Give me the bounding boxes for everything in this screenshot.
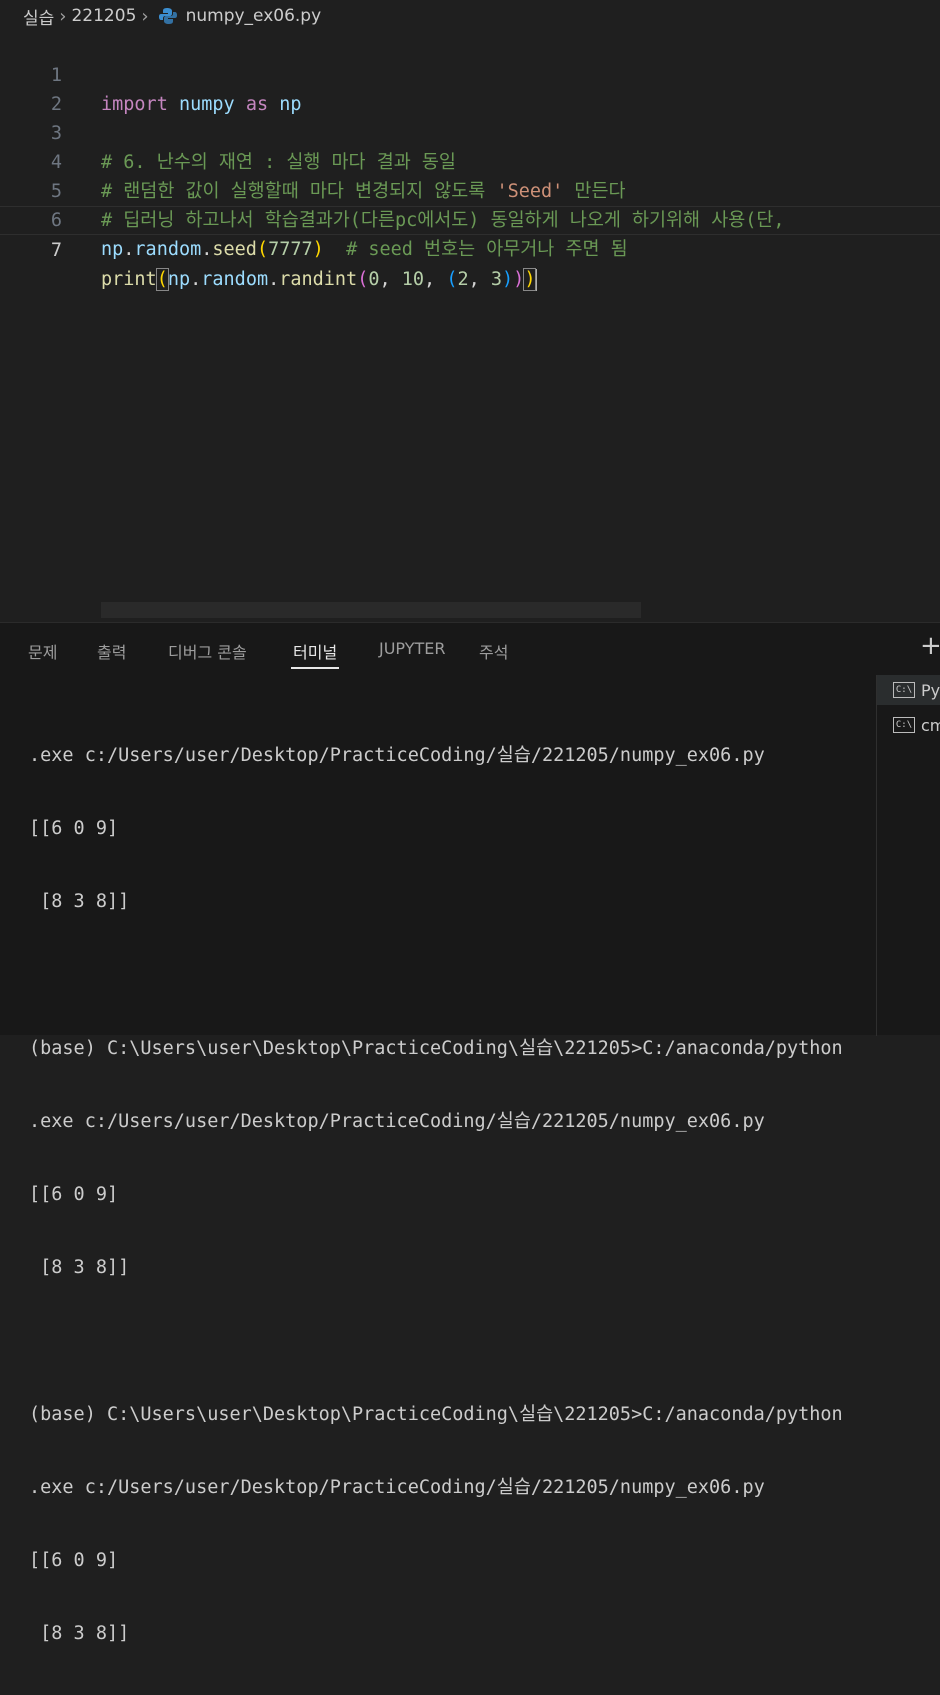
chevron-right-icon: › xyxy=(59,5,67,27)
terminal-line: [[6 0 9] xyxy=(29,1184,119,1206)
code-line: 3 # 6. 난수의 재연 : 실행 마다 결과 동일 xyxy=(0,90,940,173)
code-line: 1 import numpy as np xyxy=(0,32,940,115)
bottom-panel: 문제 출력 디버그 콘솔 터미널 JUPYTER 주석 + .exe c:/Us… xyxy=(0,622,940,1644)
text-cursor xyxy=(535,269,538,291)
terminal-line: (base) C:\Users\user\Desktop\PracticeCod… xyxy=(29,1403,843,1425)
tab-problems[interactable]: 문제 xyxy=(28,639,57,663)
code-token: np xyxy=(101,239,124,260)
terminal-list-item-python[interactable]: C:\ Py xyxy=(877,675,940,705)
code-token: random xyxy=(201,269,269,290)
code-comment: # seed 번호는 아무거나 주면 됨 xyxy=(346,239,628,260)
code-number: 2 xyxy=(457,269,469,290)
chevron-right-icon: › xyxy=(141,5,149,27)
terminal-line: [8 3 8]] xyxy=(29,1623,130,1645)
tab-comments[interactable]: 주석 xyxy=(479,639,508,663)
terminal-icon: C:\ xyxy=(893,682,915,698)
code-line: 5 # 딥러닝 하고나서 학습결과가(다른pc에서도) 동일하게 나오게 하기위… xyxy=(0,148,940,231)
code-number: 10 xyxy=(401,269,425,290)
tab-output[interactable]: 출력 xyxy=(97,639,126,663)
tab-debug-console[interactable]: 디버그 콘솔 xyxy=(168,639,247,663)
code-line-active: 7 print(np.random.randint(0, 10, (2, 3))… xyxy=(0,206,940,291)
code-editor[interactable]: 1 import numpy as np 2 3 # 6. 난수의 재연 : 실… xyxy=(0,32,940,622)
terminal-line: [[6 0 9] xyxy=(29,1550,119,1572)
code-token: np xyxy=(167,269,191,290)
code-number: 7777 xyxy=(268,239,313,260)
code-token: print xyxy=(101,269,157,290)
terminal-list-label: Py xyxy=(921,680,940,700)
terminal-line: .exe c:/Users/user/Desktop/PracticeCodin… xyxy=(29,1476,765,1498)
code-line: 4 # 랜덤한 값이 실행할때 마다 변경되지 않도록 'Seed' 만든다 xyxy=(0,119,940,202)
horizontal-scrollbar[interactable] xyxy=(101,602,641,618)
terminal-line: (base) C:\Users\user\Desktop\PracticeCod… xyxy=(29,1037,843,1059)
terminal-icon: C:\ xyxy=(893,717,915,733)
code-token: randint xyxy=(279,269,358,290)
tab-terminal[interactable]: 터미널 xyxy=(290,639,340,669)
terminal-list-label: cm xyxy=(921,715,940,735)
code-line: 6 np.random.seed(7777) # seed 번호는 아무거나 주… xyxy=(0,177,940,260)
breadcrumb-file[interactable]: numpy_ex06.py xyxy=(186,6,322,26)
terminal-line: [8 3 8]] xyxy=(29,1257,130,1279)
python-file-icon xyxy=(158,8,177,24)
add-terminal-button[interactable]: + xyxy=(920,631,940,661)
terminal-list-item-cmd[interactable]: C:\ cm xyxy=(877,710,940,740)
terminal-line: .exe c:/Users/user/Desktop/PracticeCodin… xyxy=(29,1110,765,1132)
breadcrumb: 실습 › 221205 › numpy_ex06.py xyxy=(0,0,940,32)
code-token: seed xyxy=(212,239,257,260)
code-line: 2 xyxy=(0,61,940,115)
tab-jupyter[interactable]: JUPYTER xyxy=(379,639,446,658)
code-number: 3 xyxy=(490,269,503,290)
terminal-output[interactable]: .exe c:/Users/user/Desktop/PracticeCodin… xyxy=(29,695,874,1695)
terminal-line: [8 3 8]] xyxy=(29,891,130,913)
line-number: 7 xyxy=(50,240,62,261)
terminal-list: C:\ Py C:\ cm xyxy=(876,675,940,1036)
code-token: random xyxy=(134,239,202,260)
terminal-line: [[6 0 9] xyxy=(29,818,119,840)
breadcrumb-folder-221205[interactable]: 221205 xyxy=(71,6,136,26)
panel-tabs: 문제 출력 디버그 콘솔 터미널 JUPYTER 주석 + xyxy=(0,623,940,675)
breadcrumb-folder-sil[interactable]: 실습 xyxy=(23,4,54,29)
terminal-line: .exe c:/Users/user/Desktop/PracticeCodin… xyxy=(29,744,765,766)
code-number: 0 xyxy=(368,269,380,290)
